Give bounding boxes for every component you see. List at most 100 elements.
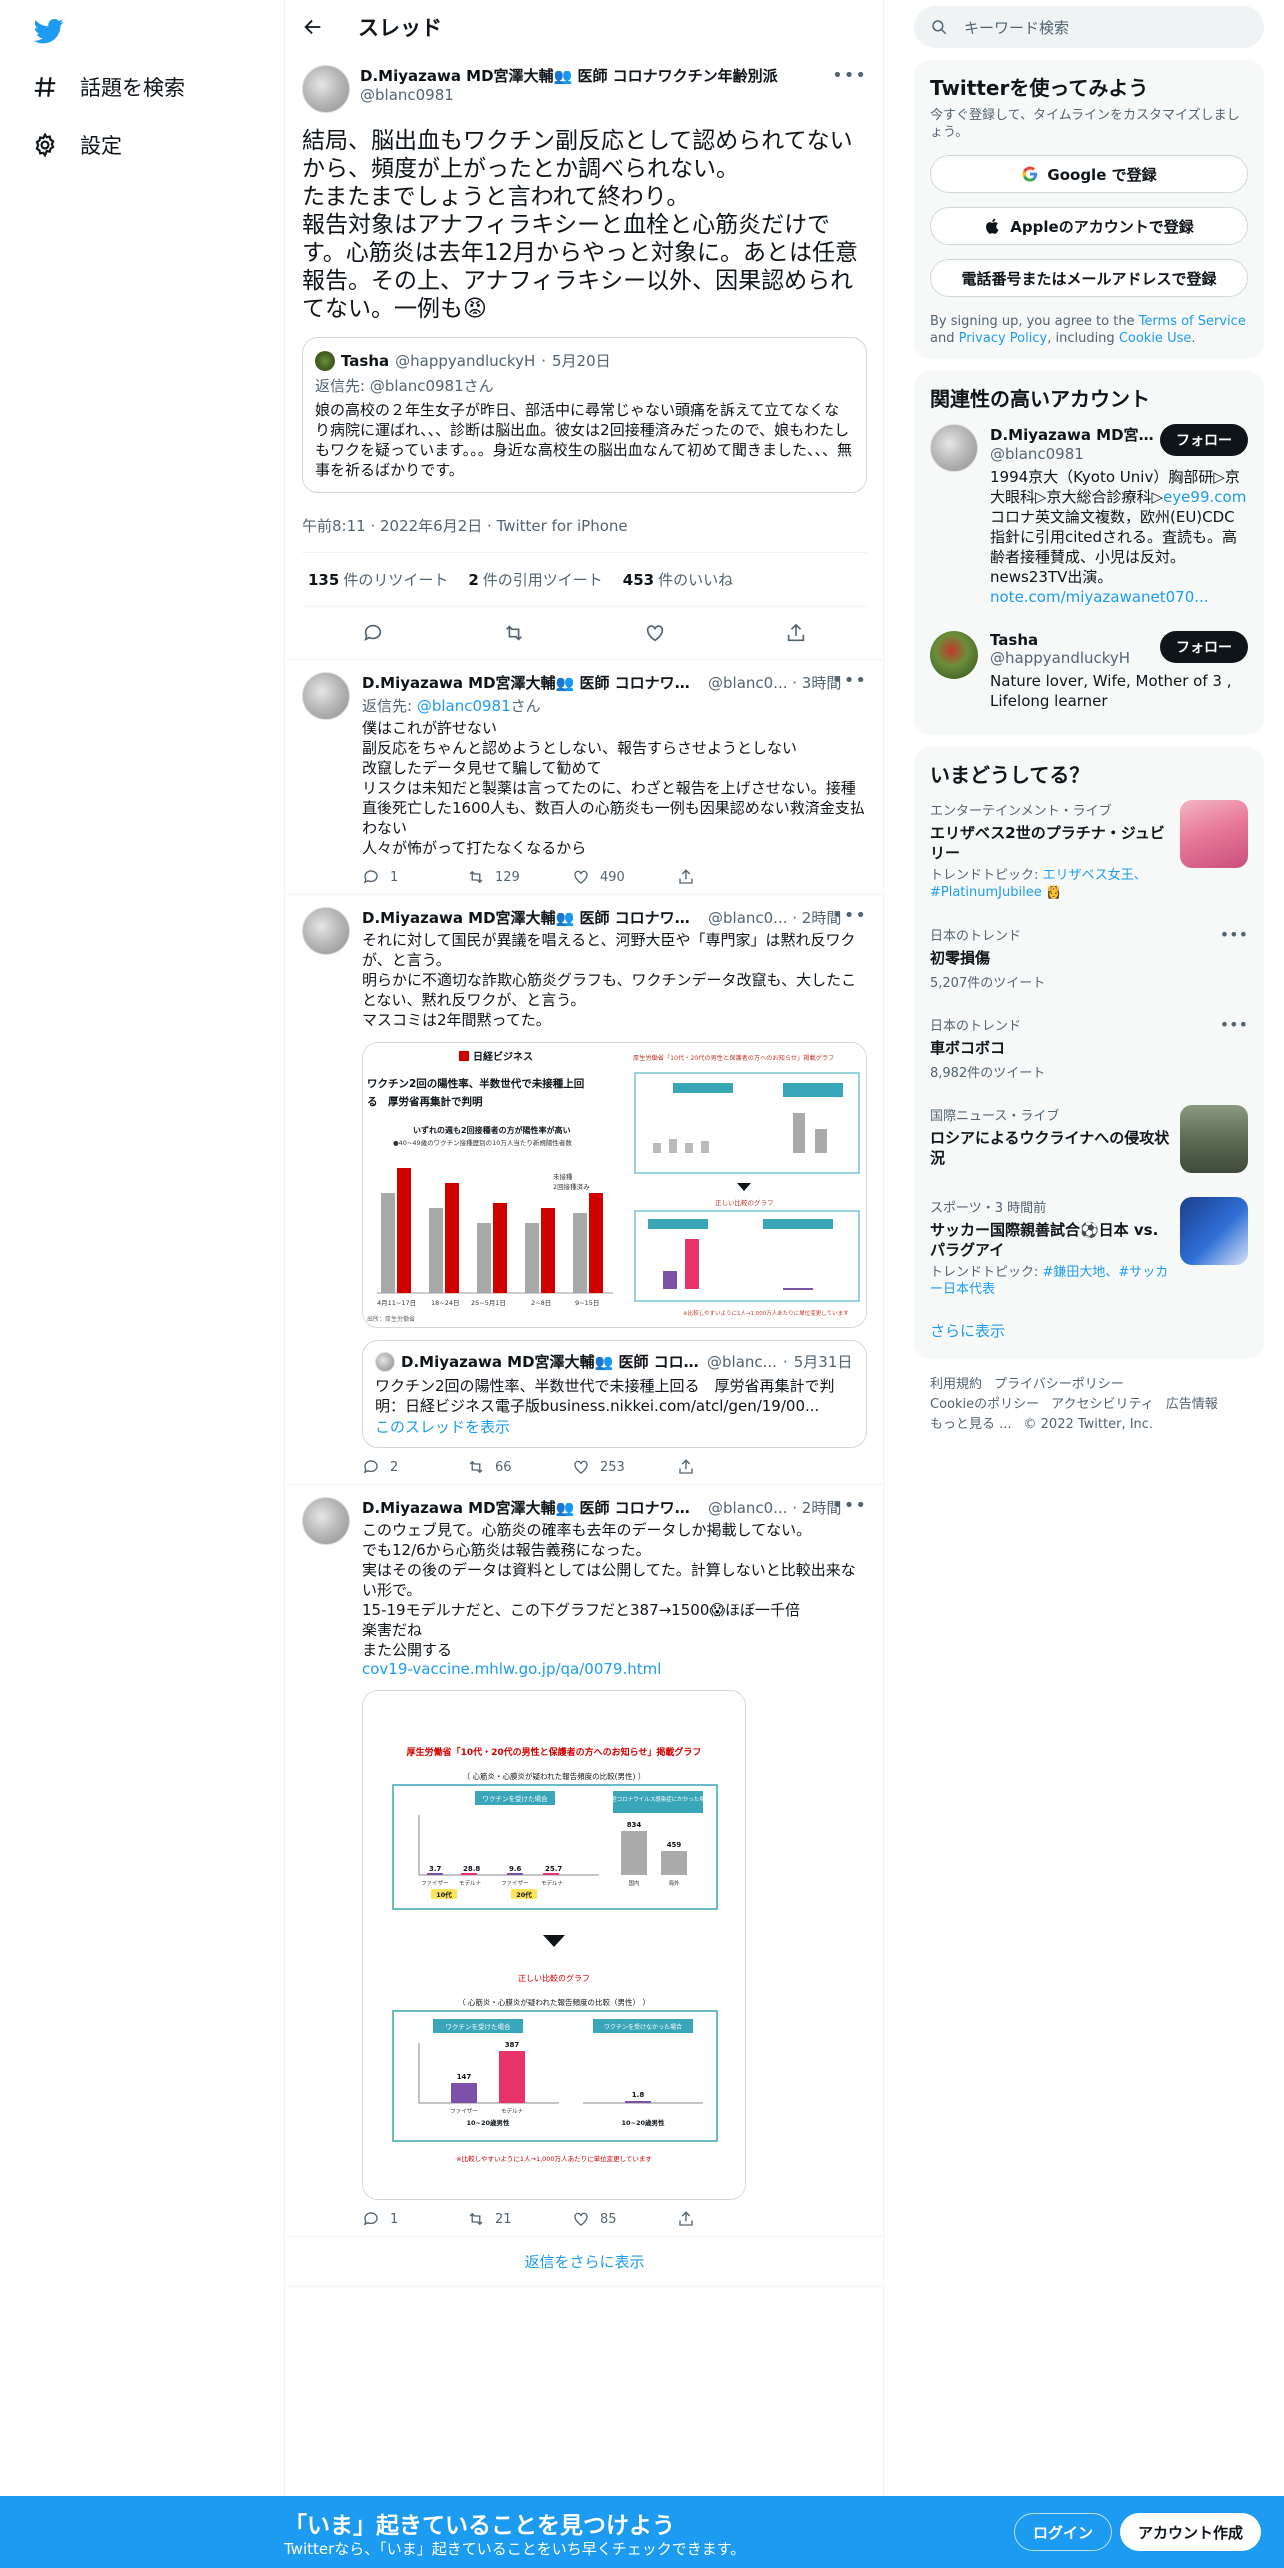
legend-unvaccinated: 未接種 bbox=[553, 1172, 573, 1181]
privacy-link[interactable]: Privacy Policy bbox=[959, 331, 1048, 346]
retweet-button[interactable]: 129 bbox=[467, 868, 572, 886]
x-label-3: 25~5月1日 bbox=[471, 1299, 506, 1307]
show-thread-link[interactable]: このスレッドを表示 bbox=[375, 1418, 510, 1436]
reply-to-link[interactable]: @blanc0981 bbox=[417, 697, 511, 715]
more-icon[interactable]: ••• bbox=[1220, 925, 1248, 944]
create-account-button[interactable]: アカウント作成 bbox=[1120, 2513, 1262, 2551]
retweet-button[interactable]: 66 bbox=[467, 1458, 572, 1476]
value-label-1: 3.7 bbox=[429, 1865, 442, 1873]
signup-title: Twitterを使ってみよう bbox=[930, 76, 1149, 100]
image-note: ●40~49歳のワクチン接種歴別の10万人当たり新規陽性者数 bbox=[393, 1138, 572, 1147]
author-name[interactable]: D.Miyazawa MD宮澤大輔👥 医師 コロナワクチ... bbox=[362, 907, 702, 928]
more-icon[interactable]: ••• bbox=[832, 1495, 867, 1516]
account-name[interactable]: D.Miyazawa MD宮澤... bbox=[990, 424, 1160, 445]
trend-item-3[interactable]: 日本のトレンド 車ボコボコ 8,982件のツイート ••• bbox=[914, 1003, 1264, 1093]
trends-title: いまどうしてる？ bbox=[930, 763, 1090, 787]
like-icon[interactable] bbox=[644, 622, 666, 644]
quoted-tweet[interactable]: D.Miyazawa MD宮澤大輔👥 医師 コロナワ... @blanc... … bbox=[362, 1340, 867, 1448]
share-button[interactable] bbox=[677, 868, 782, 886]
share-button[interactable] bbox=[677, 1458, 782, 1476]
trend-item-5[interactable]: スポーツ・3 時間前 サッカー国際親善試合⚽日本 vs. パラグアイ トレンドト… bbox=[914, 1185, 1264, 1310]
more-icon[interactable]: ••• bbox=[832, 670, 867, 691]
account-bio: Nature lover, Wife, Mother of 3 , Lifelo… bbox=[990, 672, 1232, 710]
avatar[interactable] bbox=[930, 424, 978, 472]
author-handle[interactable]: @blanc0981 bbox=[360, 86, 778, 104]
nav-settings[interactable]: 設定 bbox=[32, 130, 122, 160]
reply-icon[interactable] bbox=[362, 622, 384, 644]
like-count[interactable]: 453 件のいいね bbox=[623, 569, 733, 590]
reply-button[interactable]: 1 bbox=[362, 868, 467, 886]
quote-count[interactable]: 2 件の引用ツイート bbox=[468, 569, 602, 590]
box1-tag-twenties: 20代 bbox=[516, 1890, 532, 1899]
retweet-button[interactable]: 21 bbox=[467, 2210, 572, 2228]
share-button[interactable] bbox=[677, 2210, 782, 2228]
author-name[interactable]: D.Miyazawa MD宮澤大輔👥 医師 コロナワクチ... bbox=[362, 672, 702, 693]
value-label-2: 28.8 bbox=[463, 1865, 480, 1873]
show-more-trends-link[interactable]: さらに表示 bbox=[914, 1310, 1264, 1347]
retweet-icon[interactable] bbox=[503, 622, 525, 644]
trend-name: 車ボコボコ bbox=[930, 1039, 1006, 1057]
like-button[interactable]: 490 bbox=[572, 868, 677, 886]
search-input[interactable]: キーワード検索 bbox=[914, 6, 1264, 48]
more-icon[interactable]: ••• bbox=[1220, 1015, 1248, 1034]
value-label-4: 25.7 bbox=[545, 1865, 562, 1873]
related-account-1[interactable]: D.Miyazawa MD宮澤... @blanc0981 フォロー 1994京… bbox=[914, 412, 1264, 619]
related-account-2[interactable]: Tasha @happyandluckyH フォロー Nature lover,… bbox=[914, 619, 1264, 723]
box1-left-header: ワクチンを受けた場合 bbox=[483, 1794, 549, 1803]
trend-name: サッカー国際親善試合⚽日本 vs. パラグアイ bbox=[930, 1221, 1159, 1259]
share-icon[interactable] bbox=[785, 622, 807, 644]
cookie-link[interactable]: Cookie Use bbox=[1119, 331, 1192, 346]
follow-button[interactable]: フォロー bbox=[1160, 424, 1248, 456]
phone-email-signup-button[interactable]: 電話番号またはメールアドレスで登録 bbox=[930, 259, 1248, 297]
footer-link-privacy[interactable]: プライバシーポリシー bbox=[994, 1377, 1124, 1392]
footer-link-terms[interactable]: 利用規約 bbox=[930, 1377, 982, 1392]
copyright: © 2022 Twitter, Inc. bbox=[1023, 1417, 1154, 1432]
image-graphic: 日経ビジネス ワクチン2回の陽性率、半数世代で未接種上回 る 厚労省再集計で判明… bbox=[363, 1043, 866, 1327]
reply-button[interactable]: 1 bbox=[362, 2210, 467, 2228]
follow-button[interactable]: フォロー bbox=[1160, 631, 1248, 663]
trend-item-2[interactable]: 日本のトレンド 初零損傷 5,207件のツイート ••• bbox=[914, 913, 1264, 1003]
terms-link[interactable]: Terms of Service bbox=[1139, 314, 1246, 329]
back-arrow-icon[interactable] bbox=[302, 16, 324, 38]
footer-link-more[interactable]: もっと見る ... bbox=[930, 1417, 1012, 1432]
bio-link[interactable]: eye99.com bbox=[1163, 488, 1246, 506]
retweet-count[interactable]: 135 件のリツイート bbox=[308, 569, 448, 590]
avatar[interactable] bbox=[930, 631, 978, 679]
author-name[interactable]: D.Miyazawa MD宮澤大輔👥 医師 コロナワクチ... bbox=[362, 1497, 702, 1518]
reply-tweet-2[interactable]: D.Miyazawa MD宮澤大輔👥 医師 コロナワクチ... @blanc0.… bbox=[286, 895, 883, 1485]
tweet-link[interactable]: cov19-vaccine.mhlw.go.jp/qa/0079.html bbox=[362, 1660, 867, 1678]
trend-item-4[interactable]: 国際ニュース・ライブ ロシアによるウクライナへの侵攻状況 bbox=[914, 1093, 1264, 1185]
login-button[interactable]: ログイン bbox=[1014, 2513, 1113, 2551]
x-label-5: 9~15日 bbox=[575, 1299, 599, 1307]
footer-link-ads[interactable]: 広告情報 bbox=[1166, 1397, 1218, 1412]
google-signup-button[interactable]: Google で登録 bbox=[930, 155, 1248, 193]
more-icon[interactable]: ••• bbox=[832, 65, 867, 86]
nav-explore[interactable]: 話題を検索 bbox=[32, 72, 185, 102]
reply-tweet-1[interactable]: D.Miyazawa MD宮澤大輔👥 医師 コロナワクチ... @blanc0.… bbox=[286, 660, 883, 895]
apple-signup-button[interactable]: Appleのアカウントで登録 bbox=[930, 207, 1248, 245]
show-more-replies-link[interactable]: 返信をさらに表示 bbox=[286, 2237, 883, 2287]
bio-link[interactable]: note.com/miyazawanet070... bbox=[990, 588, 1209, 606]
page-title: スレッド bbox=[358, 15, 442, 40]
more-icon[interactable]: ••• bbox=[832, 905, 867, 926]
avatar[interactable] bbox=[302, 1497, 350, 1545]
x-label-1: 4月11~17日 bbox=[377, 1299, 416, 1307]
avatar[interactable] bbox=[302, 907, 350, 955]
like-button[interactable]: 85 bbox=[572, 2210, 677, 2228]
reply-button[interactable]: 2 bbox=[362, 1458, 467, 1476]
footer-link-accessibility[interactable]: アクセシビリティ bbox=[1051, 1397, 1154, 1412]
footer-link-cookie[interactable]: Cookieのポリシー bbox=[930, 1397, 1039, 1412]
reply-tweet-3[interactable]: D.Miyazawa MD宮澤大輔👥 医師 コロナワクチ... @blanc0.… bbox=[286, 1485, 883, 2237]
like-button[interactable]: 253 bbox=[572, 1458, 677, 1476]
tweet-image-myocarditis-graph[interactable]: 厚生労働省「10代・20代の男性と保護者の方へのお知らせ」掲載グラフ （ 心筋炎… bbox=[362, 1690, 746, 2200]
signup-legal-text: By signing up, you agree to the Terms of… bbox=[930, 314, 1246, 346]
avatar[interactable] bbox=[302, 65, 350, 113]
avatar[interactable] bbox=[302, 672, 350, 720]
trend-item-1[interactable]: エンターテインメント・ライブ エリザベス2世のプラチナ・ジュビリー トレンドトピ… bbox=[914, 788, 1264, 913]
author-name[interactable]: D.Miyazawa MD宮澤大輔👥 医師 コロナワクチン年齢別派 bbox=[360, 65, 778, 86]
tweet-image-nikkei-graph[interactable]: 日経ビジネス ワクチン2回の陽性率、半数世代で未接種上回 る 厚労省再集計で判明… bbox=[362, 1042, 867, 1328]
quoted-tweet[interactable]: Tasha @happyandluckyH · 5月20日 返信先: @blan… bbox=[302, 337, 867, 493]
account-name[interactable]: Tasha bbox=[990, 631, 1130, 649]
twitter-logo-icon[interactable] bbox=[32, 16, 66, 46]
handle-time: @blanc0... · 2時間 bbox=[708, 909, 842, 927]
